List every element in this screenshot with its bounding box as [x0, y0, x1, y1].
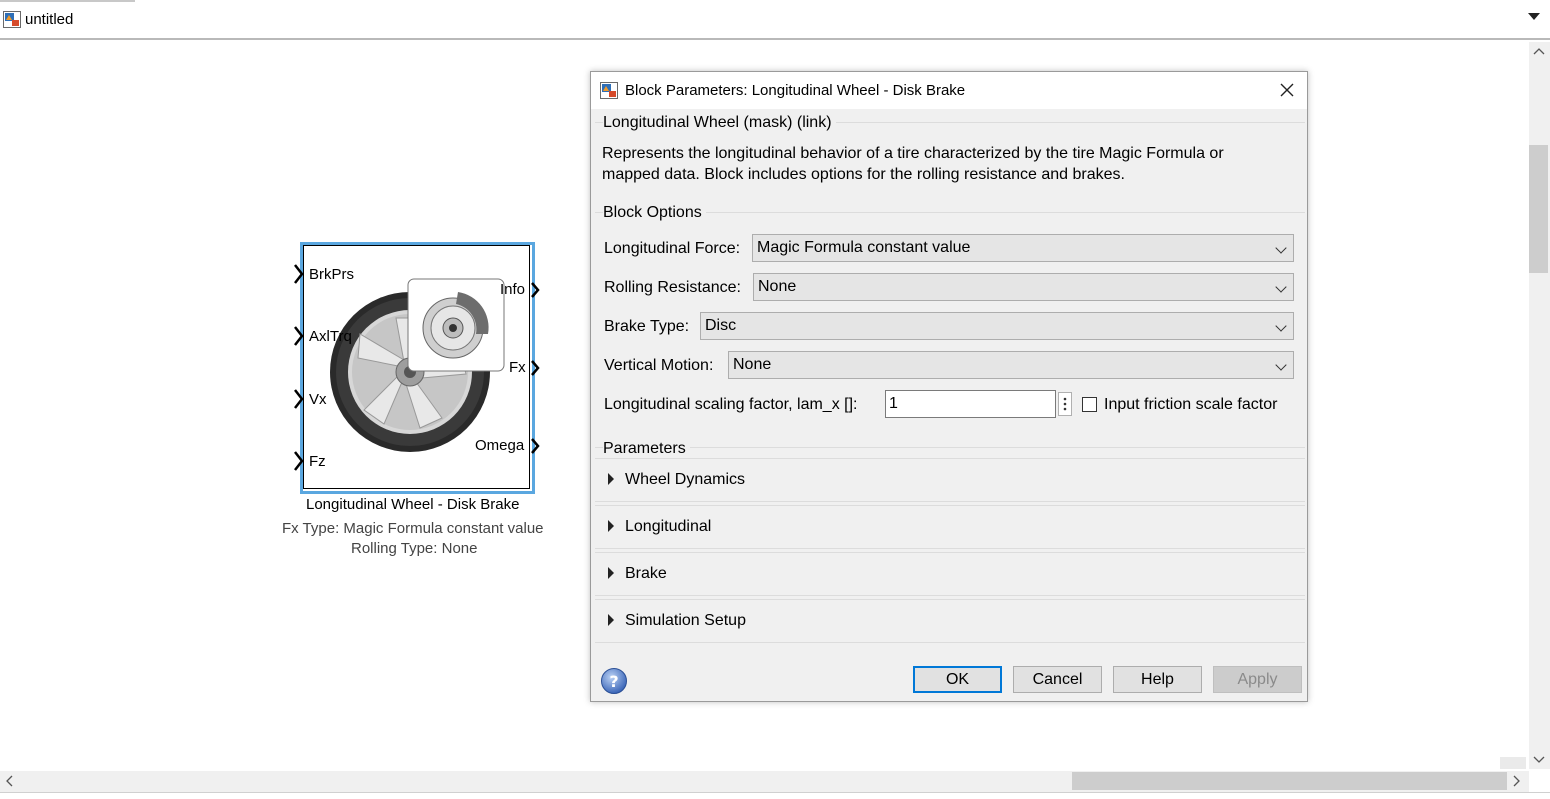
block-name-label[interactable]: Longitudinal Wheel - Disk Brake [306, 496, 519, 513]
model-name: untitled [25, 11, 74, 28]
port-label-vx: Vx [309, 391, 327, 408]
help-button[interactable]: Help [1113, 666, 1202, 693]
input-port-brkprs[interactable] [293, 263, 305, 285]
port-label-fz: Fz [309, 453, 326, 470]
mask-header: Longitudinal Wheel (mask) (link) [603, 114, 836, 132]
output-port-info[interactable] [530, 279, 542, 301]
port-label-axltrq: AxlTrq [309, 328, 352, 345]
port-label-fx: Fx [509, 359, 526, 376]
expand-triangle-icon [608, 567, 614, 579]
brake-type-select[interactable]: Disc [700, 312, 1294, 340]
parameters-title: Parameters [603, 440, 690, 458]
longitudinal-force-label: Longitudinal Force: [604, 240, 741, 257]
scroll-left-icon[interactable] [4, 775, 14, 787]
model-address-bar[interactable] [0, 2, 1550, 40]
simulink-dialog-icon [600, 82, 618, 99]
horizontal-scroll-thumb[interactable] [1072, 772, 1507, 790]
brake-type-value: Disc [705, 317, 737, 334]
output-port-omega[interactable] [530, 435, 542, 457]
scroll-down-icon[interactable] [1533, 755, 1545, 765]
longitudinal-force-select[interactable]: Magic Formula constant value [752, 234, 1294, 262]
input-port-fz[interactable] [293, 450, 305, 472]
description-line-2: mapped data. Block includes options for … [602, 166, 1125, 183]
apply-button[interactable]: Apply [1213, 666, 1302, 693]
rolling-resistance-value: None [758, 278, 797, 295]
chevron-down-icon [1275, 359, 1287, 371]
block-annotation-rolling-type: Rolling Type: None [351, 540, 478, 557]
ok-button[interactable]: OK [913, 666, 1002, 693]
parameters-group: Parameters [595, 440, 1305, 458]
close-icon[interactable] [1280, 83, 1294, 97]
help-icon[interactable]: ? [600, 667, 628, 695]
block-parameters-dialog: Block Parameters: Longitudinal Wheel - D… [590, 71, 1308, 702]
section-longitudinal[interactable]: Longitudinal [595, 505, 1305, 549]
scroll-up-icon[interactable] [1533, 46, 1545, 56]
address-dropdown-icon[interactable] [1528, 13, 1540, 20]
input-port-vx[interactable] [293, 388, 305, 410]
rolling-resistance-label: Rolling Resistance: [604, 279, 741, 296]
section-wheel-dynamics[interactable]: Wheel Dynamics [595, 458, 1305, 502]
friction-scale-label[interactable]: Input friction scale factor [1104, 395, 1277, 415]
brake-type-label: Brake Type: [604, 318, 690, 335]
longitudinal-force-value: Magic Formula constant value [757, 239, 971, 256]
section-simulation-setup[interactable]: Simulation Setup [595, 599, 1305, 643]
chevron-down-icon [1275, 242, 1287, 254]
expand-triangle-icon [608, 473, 614, 485]
rolling-resistance-select[interactable]: None [753, 273, 1294, 301]
port-label-info: Info [500, 281, 526, 298]
simulink-model-icon [3, 11, 21, 28]
svg-text:?: ? [609, 672, 618, 691]
friction-scale-checkbox[interactable] [1082, 397, 1097, 412]
vertical-motion-select[interactable]: None [728, 351, 1294, 379]
scroll-right-icon[interactable] [1512, 775, 1522, 787]
more-options-icon[interactable] [1058, 392, 1072, 416]
section-label: Wheel Dynamics [625, 471, 746, 488]
section-label: Longitudinal [625, 518, 712, 535]
cancel-button[interactable]: Cancel [1013, 666, 1102, 693]
section-label: Brake [625, 565, 667, 582]
vertical-motion-label: Vertical Motion: [604, 357, 714, 374]
scaling-factor-value: 1 [889, 395, 898, 412]
vertical-motion-value: None [733, 356, 772, 373]
section-label: Simulation Setup [625, 612, 746, 629]
port-label-brkprs: BrkPrs [309, 266, 354, 283]
chevron-down-icon [1275, 281, 1287, 293]
vertical-scroll-thumb[interactable] [1529, 145, 1548, 273]
port-label-omega: Omega [475, 437, 525, 454]
input-port-axltrq[interactable] [293, 325, 305, 347]
scaling-factor-label: Longitudinal scaling factor, lam_x []: [604, 396, 858, 413]
output-port-fx[interactable] [530, 357, 542, 379]
expand-triangle-icon [608, 520, 614, 532]
scroll-corner [1500, 757, 1526, 769]
description-line-1: Represents the longitudinal behavior of … [602, 145, 1224, 162]
chevron-down-icon [1275, 320, 1287, 332]
dialog-title: Block Parameters: Longitudinal Wheel - D… [625, 82, 966, 99]
section-brake[interactable]: Brake [595, 552, 1305, 596]
scaling-factor-input[interactable]: 1 [885, 390, 1056, 418]
block-annotation-fx-type: Fx Type: Magic Formula constant value [282, 520, 544, 537]
expand-triangle-icon [608, 614, 614, 626]
block-options-title: Block Options [603, 204, 706, 222]
